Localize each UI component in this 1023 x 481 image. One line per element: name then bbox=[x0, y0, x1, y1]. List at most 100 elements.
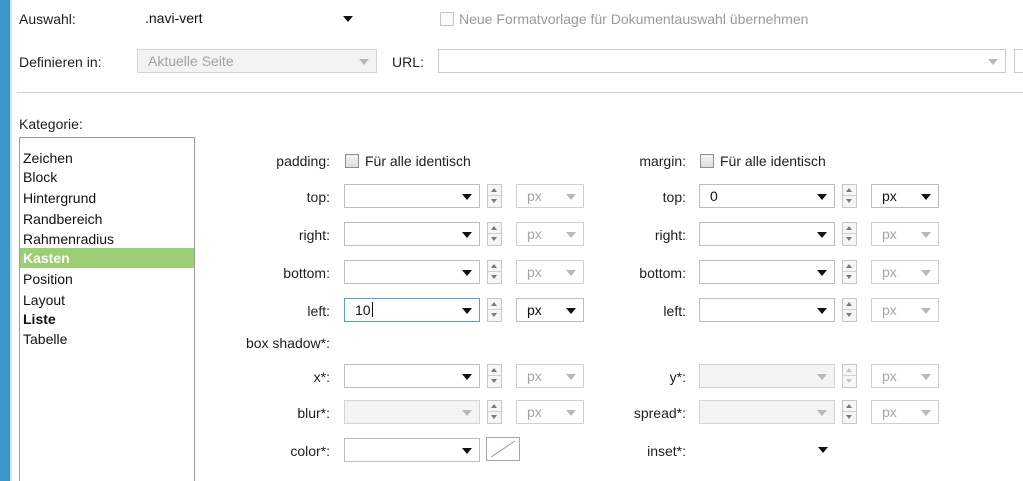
margin-top-unit: px bbox=[882, 188, 897, 204]
margin-bottom-label: bottom: bbox=[639, 265, 686, 281]
shadow-x-unit-select[interactable]: px bbox=[516, 364, 584, 388]
padding-top-input[interactable] bbox=[344, 184, 480, 208]
category-item-layout[interactable]: Layout bbox=[20, 290, 194, 310]
padding-bottom-label: bottom: bbox=[283, 265, 330, 281]
padding-left-input[interactable]: 10 bbox=[344, 298, 480, 322]
new-style-checkbox[interactable] bbox=[440, 12, 454, 26]
window-left-border-inner bbox=[10, 0, 12, 481]
shadow-blur-input[interactable] bbox=[344, 400, 480, 424]
margin-bottom-stepper[interactable] bbox=[842, 260, 857, 284]
margin-top-stepper[interactable] bbox=[842, 184, 857, 208]
color-picker-swatch[interactable] bbox=[486, 437, 520, 461]
chevron-down-icon bbox=[462, 448, 472, 454]
chevron-down-icon bbox=[921, 308, 931, 314]
chevron-down-icon bbox=[566, 194, 576, 200]
padding-top-unit: px bbox=[527, 188, 542, 204]
padding-bottom-stepper[interactable] bbox=[487, 260, 502, 284]
selection-value: .navi-vert bbox=[145, 10, 203, 26]
margin-top-label: top: bbox=[662, 189, 686, 205]
category-item-rahmenradius[interactable]: Rahmenradius bbox=[20, 229, 194, 249]
category-item-randbereich[interactable]: Randbereich bbox=[20, 209, 194, 229]
shadow-spread-input[interactable] bbox=[699, 400, 835, 424]
shadow-spread-unit-select[interactable]: px bbox=[871, 400, 939, 424]
padding-left-value: 10 bbox=[355, 302, 371, 318]
margin-left-stepper[interactable] bbox=[842, 298, 857, 322]
shadow-inset-label: inset*: bbox=[647, 443, 686, 459]
category-list[interactable]: Zeichen Block Hintergrund Randbereich Ra… bbox=[19, 137, 195, 481]
margin-top-unit-select[interactable]: px bbox=[871, 184, 939, 208]
padding-right-unit-select[interactable]: px bbox=[516, 222, 584, 246]
padding-same-label: Für alle identisch bbox=[365, 153, 471, 169]
box-shadow-label: box shadow*: bbox=[245, 335, 330, 351]
chevron-down-icon bbox=[817, 232, 827, 238]
margin-bottom-input[interactable] bbox=[699, 260, 835, 284]
shadow-x-input[interactable] bbox=[344, 364, 480, 388]
padding-right-input[interactable] bbox=[344, 222, 480, 246]
shadow-x-label: x*: bbox=[313, 369, 330, 385]
chevron-down-icon bbox=[462, 410, 472, 416]
margin-bottom-unit: px bbox=[882, 264, 897, 280]
margin-right-input[interactable] bbox=[699, 222, 835, 246]
url-browse-button[interactable] bbox=[1014, 49, 1023, 73]
shadow-spread-unit: px bbox=[882, 404, 897, 420]
shadow-inset-select[interactable] bbox=[699, 438, 835, 462]
padding-bottom-unit-select[interactable]: px bbox=[516, 260, 584, 284]
chevron-down-icon bbox=[462, 194, 472, 200]
shadow-spread-stepper[interactable] bbox=[842, 400, 857, 424]
margin-left-unit-select[interactable]: px bbox=[871, 298, 939, 322]
margin-left-input[interactable] bbox=[699, 298, 835, 322]
url-label: URL: bbox=[392, 54, 424, 70]
category-item-position[interactable]: Position bbox=[20, 269, 194, 289]
new-style-checkbox-label: Neue Formatvorlage für Dokumentauswahl ü… bbox=[459, 11, 809, 27]
padding-left-stepper[interactable] bbox=[487, 298, 502, 322]
margin-left-unit: px bbox=[882, 302, 897, 318]
shadow-y-stepper[interactable] bbox=[842, 364, 857, 388]
shadow-x-stepper[interactable] bbox=[487, 364, 502, 388]
text-cursor bbox=[371, 302, 373, 317]
category-item-block[interactable]: Block bbox=[20, 167, 194, 187]
chevron-down-icon bbox=[566, 270, 576, 276]
shadow-blur-unit-select[interactable]: px bbox=[516, 400, 584, 424]
chevron-down-icon bbox=[566, 410, 576, 416]
category-item-zeichen[interactable]: Zeichen bbox=[20, 148, 194, 168]
margin-right-unit: px bbox=[882, 226, 897, 242]
margin-top-input[interactable]: 0 bbox=[699, 184, 835, 208]
shadow-y-unit-select[interactable]: px bbox=[871, 364, 939, 388]
category-item-kasten[interactable]: Kasten bbox=[20, 248, 194, 268]
chevron-down-icon bbox=[462, 308, 472, 314]
chevron-down-icon bbox=[343, 16, 353, 22]
padding-right-stepper[interactable] bbox=[487, 222, 502, 246]
chevron-down-icon bbox=[921, 374, 931, 380]
padding-bottom-input[interactable] bbox=[344, 260, 480, 284]
padding-right-label: right: bbox=[298, 227, 330, 243]
define-in-select[interactable]: Aktuelle Seite bbox=[137, 49, 377, 73]
shadow-y-unit: px bbox=[882, 368, 897, 384]
margin-same-label: Für alle identisch bbox=[720, 153, 826, 169]
padding-same-checkbox[interactable] bbox=[345, 154, 359, 168]
url-select[interactable] bbox=[438, 49, 1006, 73]
shadow-color-label: color*: bbox=[290, 443, 330, 459]
no-color-icon bbox=[490, 440, 516, 458]
chevron-down-icon bbox=[462, 374, 472, 380]
padding-top-stepper[interactable] bbox=[487, 184, 502, 208]
chevron-down-icon bbox=[566, 374, 576, 380]
padding-left-unit-select[interactable]: px bbox=[516, 298, 584, 322]
category-label: Kategorie: bbox=[19, 116, 83, 132]
category-item-hintergrund[interactable]: Hintergrund bbox=[20, 188, 194, 208]
padding-left-label: left: bbox=[307, 303, 330, 319]
category-item-liste[interactable]: Liste bbox=[20, 309, 194, 329]
margin-right-stepper[interactable] bbox=[842, 222, 857, 246]
chevron-down-icon bbox=[566, 232, 576, 238]
selection-select[interactable]: .navi-vert bbox=[145, 7, 360, 31]
shadow-blur-stepper[interactable] bbox=[487, 400, 502, 424]
chevron-down-icon bbox=[817, 410, 827, 416]
shadow-y-input[interactable] bbox=[699, 364, 835, 388]
margin-bottom-unit-select[interactable]: px bbox=[871, 260, 939, 284]
chevron-down-icon bbox=[817, 194, 827, 200]
shadow-color-input[interactable] bbox=[344, 438, 480, 462]
padding-top-unit-select[interactable]: px bbox=[516, 184, 584, 208]
selection-label: Auswahl: bbox=[19, 11, 76, 27]
margin-same-checkbox[interactable] bbox=[700, 154, 714, 168]
margin-right-unit-select[interactable]: px bbox=[871, 222, 939, 246]
category-item-tabelle[interactable]: Tabelle bbox=[20, 329, 194, 349]
